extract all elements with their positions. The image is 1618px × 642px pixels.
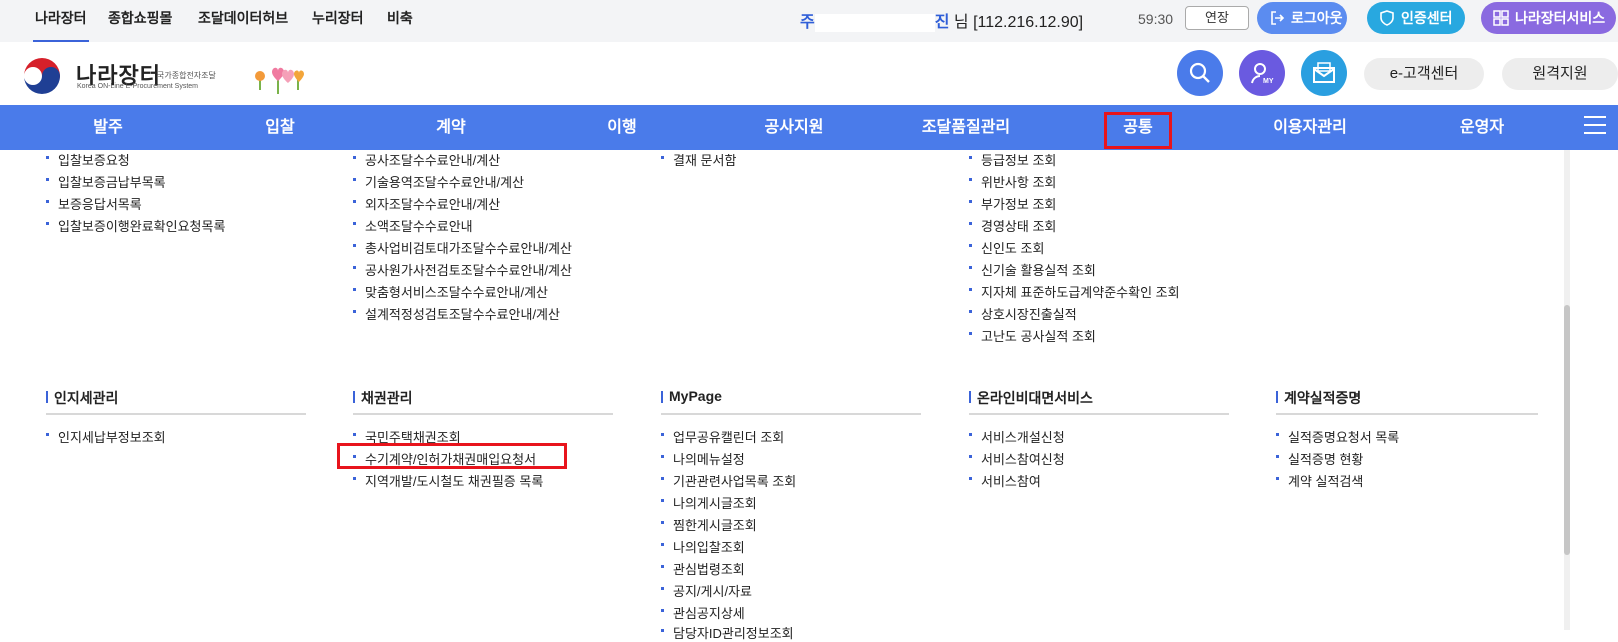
list-item[interactable]: 나의입찰조회 [661,537,745,556]
session-timer: 59:30 [1138,11,1174,27]
main-nav: 발주 입찰 계약 이행 공사지원 조달품질관리 공통 이용자관리 운영자 [0,105,1618,150]
mail-icon [1313,62,1335,83]
list-item[interactable]: 위반사항 조회 [969,172,1056,191]
list-item[interactable]: 신기술 활용실적 조회 [969,260,1096,279]
search-icon [1189,62,1210,83]
section-divider [661,413,921,415]
user-my-icon: MY [1251,63,1274,85]
list-item[interactable]: 실적증명요청서 목록 [1276,427,1399,446]
list-item[interactable]: 등급정보 조회 [969,150,1056,169]
hamburger-menu-icon[interactable] [1584,116,1606,136]
user-name-suffix: 진 [934,14,950,31]
nav-item-fulfillment[interactable]: 이행 [582,105,662,150]
list-item[interactable]: 총사업비검토대가조달수수료안내/계산 [353,238,572,257]
list-item[interactable]: 나의메뉴설정 [661,449,745,468]
nav-common-highlight-box [1104,112,1172,149]
list-item[interactable]: 설계적정성검토조달수수료안내/계산 [353,304,560,323]
section-title-stamp-tax: 인지세관리 [46,388,118,408]
section-divider [1276,413,1538,415]
taegeuk-logo-icon[interactable] [22,56,62,96]
cert-center-button[interactable]: 인증센터 [1367,2,1465,34]
user-name-prefix: 주 [800,14,815,31]
nav-item-bidding[interactable]: 입찰 [240,105,320,150]
list-item[interactable]: 서비스참여신청 [969,449,1065,468]
list-item[interactable]: 계약 실적검색 [1276,471,1363,490]
mail-button[interactable] [1301,50,1347,96]
top-tab-narajangteo[interactable]: 나라장터 [33,0,89,42]
list-item[interactable]: 고난도 공사실적 조회 [969,326,1096,345]
hearts-flowers-decoration-icon [255,67,304,94]
section-divider [969,413,1229,415]
my-badge: MY [1263,78,1274,85]
section-divider [353,413,613,415]
logout-button[interactable]: 로그아웃 [1257,2,1347,34]
list-item[interactable]: 경영상태 조회 [969,216,1056,235]
list-item[interactable]: 상호시장진출실적 [969,304,1077,323]
section-title-contract-performance: 계약실적증명 [1276,388,1361,408]
section-title-online-contactless: 온라인비대면서비스 [969,388,1093,408]
top-tab-shopping-mall[interactable]: 종합쇼핑몰 [108,0,172,42]
list-item[interactable]: 업무공유캘린더 조회 [661,427,784,446]
user-ip: 님 [112.216.12.90] [953,14,1084,31]
masked-name [814,13,935,32]
logout-icon [1271,11,1285,25]
list-item[interactable]: 입찰보증요청 [46,150,130,169]
extend-session-button[interactable]: 연장 [1185,6,1249,30]
list-item[interactable]: 입찰보증금납부목록 [46,172,166,191]
list-item[interactable]: 입찰보증이행완료확인요청목록 [46,216,225,235]
list-item[interactable]: 공사조달수수료안내/계산 [353,150,500,169]
cert-center-label: 인증센터 [1401,10,1453,26]
logout-label: 로그아웃 [1291,10,1343,26]
list-item[interactable]: 보증응답서목록 [46,194,142,213]
remote-support-button[interactable]: 원격지원 [1502,58,1618,90]
list-item[interactable]: 맞춤형서비스조달수수료안내/계산 [353,282,548,301]
section-title-bond-management: 채권관리 [353,388,413,408]
list-item[interactable]: 공사원가사전검토조달수수료안내/계산 [353,260,572,279]
logo-subtitle-kr: 국가종합전자조달 [157,71,216,80]
list-item[interactable]: 외자조달수수료안내/계산 [353,194,500,213]
list-item[interactable]: 서비스개설신청 [969,427,1065,446]
search-button[interactable] [1177,50,1223,96]
list-item[interactable]: 공지/게시/자료 [661,581,752,600]
list-item[interactable]: 관심공지상세 [661,603,745,622]
narajangteo-service-label: 나라장터서비스 [1515,10,1606,26]
grid-icon [1493,10,1509,26]
user-info: 주 진 님 [112.216.12.90] [800,8,1083,32]
nav-item-contract[interactable]: 계약 [411,105,491,150]
list-item[interactable]: 결재 문서함 [661,150,736,169]
section-title-mypage: MyPage [661,388,722,404]
top-tab-data-hub[interactable]: 조달데이터허브 [198,0,288,42]
bond-request-highlight-box [337,443,567,469]
e-customer-center-button[interactable]: e-고객센터 [1364,58,1484,90]
logo-subtitle-en: Korea ON-Line E-Procurement System [77,83,198,90]
list-item[interactable]: 찜한게시글조회 [661,515,757,534]
list-item[interactable]: 서비스참여 [969,471,1041,490]
list-item[interactable]: 소액조달수수료안내 [353,216,473,235]
nav-item-construction-support[interactable]: 공사지원 [744,105,844,150]
nav-item-order[interactable]: 발주 [68,105,148,150]
list-item[interactable]: 인지세납부정보조회 [46,427,166,446]
top-tab-stockpile[interactable]: 비축 [387,0,413,42]
list-item[interactable]: 나의게시글조회 [661,493,757,512]
list-item[interactable]: 실적증명 현황 [1276,449,1363,468]
scrollbar-thumb[interactable] [1564,305,1570,555]
list-item[interactable]: 기술용역조달수수료안내/계산 [353,172,524,191]
my-page-button[interactable]: MY [1239,50,1285,96]
list-item[interactable]: 지역개발/도시철도 채권필증 목록 [353,471,543,490]
narajangteo-service-button[interactable]: 나라장터서비스 [1481,2,1616,34]
section-divider [46,413,306,415]
list-item[interactable]: 부가정보 조회 [969,194,1056,213]
list-item[interactable]: 지자체 표준하도급계약준수확인 조회 [969,282,1180,301]
top-bar: 나라장터 종합쇼핑몰 조달데이터허브 누리장터 비축 주 진 님 [112.216… [0,0,1618,42]
top-tab-nuri[interactable]: 누리장터 [312,0,364,42]
list-item[interactable]: 관심법령조회 [661,559,745,578]
nav-item-user-management[interactable]: 이용자관리 [1260,105,1360,150]
list-item[interactable]: 담당자ID관리정보조회 [661,623,794,642]
list-item[interactable]: 신인도 조회 [969,238,1044,257]
nav-item-quality-management[interactable]: 조달품질관리 [906,105,1026,150]
list-item[interactable]: 기관관련사업목록 조회 [661,471,796,490]
shield-icon [1380,10,1394,26]
nav-item-operator[interactable]: 운영자 [1442,105,1522,150]
